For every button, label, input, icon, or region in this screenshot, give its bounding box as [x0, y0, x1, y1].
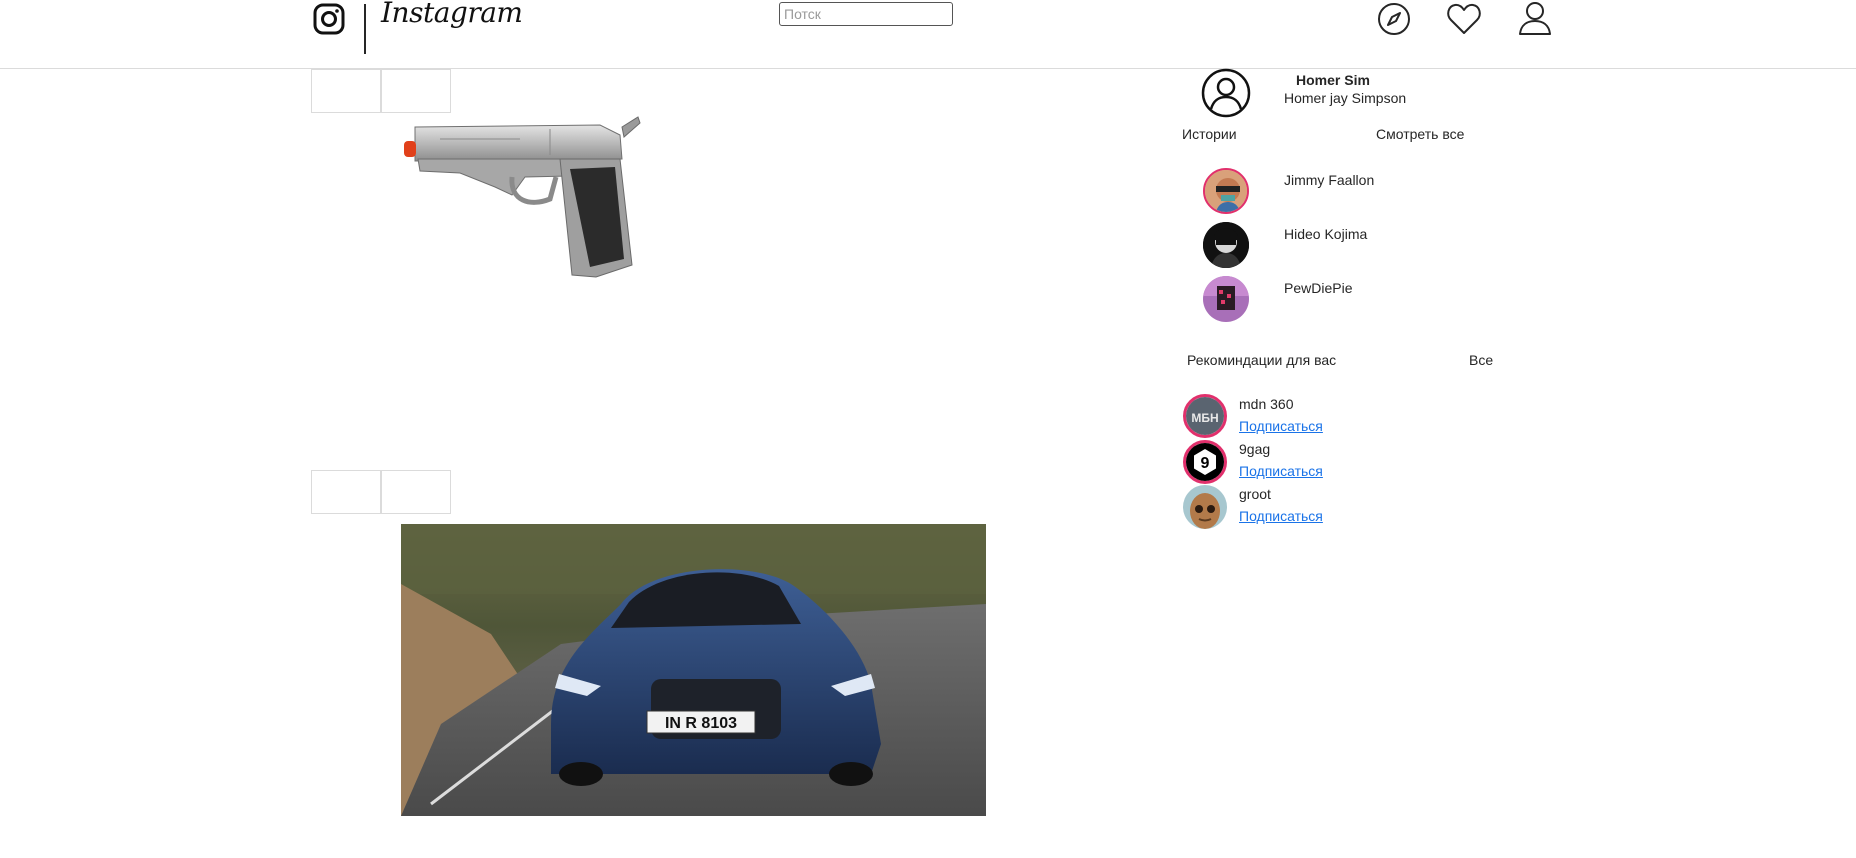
post-header-name-box[interactable]: [381, 470, 451, 514]
stories-title: Истории: [1182, 126, 1237, 142]
suggestions-title: Рекоминдации для вас: [1187, 352, 1337, 368]
compass-icon[interactable]: [1375, 0, 1413, 38]
follow-button[interactable]: Подписаться: [1239, 418, 1323, 434]
mdn-logo-text: МБН: [1191, 411, 1218, 425]
suggestions-all-link[interactable]: Все: [1469, 352, 1493, 368]
user-profile-icon[interactable]: [1516, 0, 1554, 38]
story-name[interactable]: PewDiePie: [1284, 280, 1352, 296]
license-plate-text: IN R 8103: [665, 715, 737, 732]
suggestion-name[interactable]: mdn 360: [1239, 396, 1293, 412]
story-avatar-pewdiepie[interactable]: [1203, 276, 1249, 322]
stories-see-all-link[interactable]: Смотреть все: [1376, 126, 1464, 142]
story-avatar-hideo[interactable]: [1203, 222, 1249, 268]
instagram-camera-icon[interactable]: [312, 2, 346, 36]
profile-full-name: Homer jay Simpson: [1284, 90, 1407, 106]
post-image-pistol: [404, 116, 641, 278]
heart-icon[interactable]: [1445, 0, 1483, 38]
suggestion-avatar-groot[interactable]: [1183, 485, 1227, 529]
follow-button[interactable]: Подписаться: [1239, 463, 1323, 479]
suggestion-name[interactable]: groot: [1239, 486, 1271, 502]
profile-avatar-icon[interactable]: [1201, 68, 1251, 118]
post-image-sports-car: IN R 8103: [401, 524, 986, 816]
suggestion-avatar-mdn[interactable]: МБН: [1183, 394, 1227, 438]
profile-username[interactable]: Homer Sim: [1296, 72, 1370, 88]
search-input[interactable]: [779, 2, 953, 26]
post-header-avatar-box[interactable]: [311, 470, 381, 514]
instagram-wordmark[interactable]: Instagram: [381, 0, 523, 29]
follow-button[interactable]: Подписаться: [1239, 508, 1323, 524]
story-name[interactable]: Jimmy Faallon: [1284, 172, 1374, 188]
story-avatar-jimmy[interactable]: [1203, 168, 1249, 214]
post-header-avatar-box[interactable]: [311, 69, 381, 113]
suggestion-avatar-9gag[interactable]: 9: [1183, 440, 1227, 484]
story-name[interactable]: Hideo Kojima: [1284, 226, 1367, 242]
post-header-name-box[interactable]: [381, 69, 451, 113]
logo-divider: [364, 4, 366, 54]
9gag-logo-text: 9: [1201, 455, 1210, 472]
suggestion-name[interactable]: 9gag: [1239, 441, 1270, 457]
